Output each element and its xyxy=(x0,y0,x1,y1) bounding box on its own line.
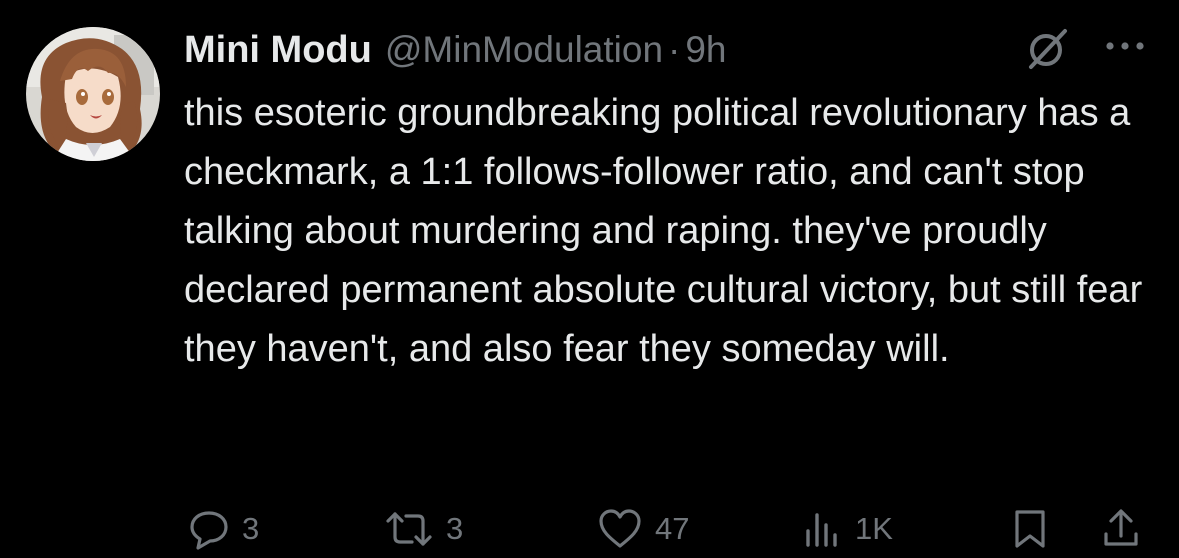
like-count: 47 xyxy=(655,511,690,546)
repost-button[interactable]: 3 xyxy=(384,500,463,558)
action-bar: 3 3 47 1K xyxy=(0,500,1179,558)
reply-button[interactable]: 3 xyxy=(188,500,259,558)
more-icon[interactable] xyxy=(1102,32,1148,60)
grok-icon[interactable] xyxy=(1023,27,1071,71)
bookmark-button[interactable] xyxy=(1013,500,1047,558)
share-button[interactable] xyxy=(1102,500,1140,558)
bookmark-icon xyxy=(1015,510,1045,548)
view-count: 1K xyxy=(855,511,893,546)
repost-count: 3 xyxy=(446,511,464,546)
user-handle[interactable]: @MinModulation xyxy=(385,29,663,71)
like-icon xyxy=(599,509,641,548)
repost-icon xyxy=(386,512,432,546)
reply-count: 3 xyxy=(242,511,260,546)
display-name[interactable]: Mini Modu xyxy=(184,29,372,72)
avatar[interactable] xyxy=(26,27,160,161)
views-button[interactable]: 1K xyxy=(803,500,893,558)
separator-dot: · xyxy=(668,29,681,70)
tweet-text: this esoteric groundbreaking political r… xyxy=(184,92,1143,370)
tweet-header: Mini Modu @MinModulation · 9h xyxy=(184,22,727,78)
timestamp[interactable]: 9h xyxy=(685,29,726,71)
like-button[interactable]: 47 xyxy=(597,500,689,558)
views-icon xyxy=(806,513,837,547)
reply-icon xyxy=(190,511,228,550)
share-icon xyxy=(1104,509,1138,546)
